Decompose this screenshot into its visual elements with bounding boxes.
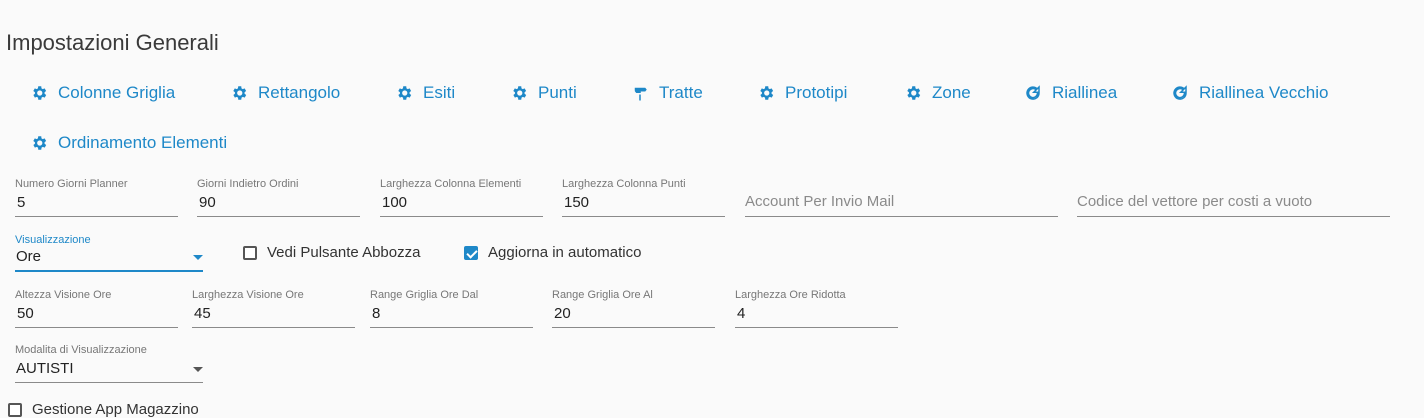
refresh-icon: [1173, 85, 1187, 100]
codice-vettore-field[interactable]: Codice del vettore per costi a vuoto: [1077, 178, 1390, 217]
field-label: Range Griglia Ore Dal: [370, 289, 479, 301]
range-griglia-dal-field[interactable]: Range Griglia Ore Dal 8: [370, 289, 533, 328]
field-value: 4: [737, 305, 746, 322]
punti-button[interactable]: Punti: [510, 83, 577, 103]
field-label: Larghezza Ore Ridotta: [735, 289, 846, 301]
riallinea-label: Riallinea: [1052, 83, 1118, 102]
gear-icon: [33, 86, 47, 100]
larghezza-colonna-elementi-field[interactable]: Larghezza Colonna Elementi 100: [380, 178, 543, 217]
prototipi-label: Prototipi: [785, 83, 848, 102]
ordinamento-elementi-label: Ordinamento Elementi: [58, 133, 228, 152]
checkbox-box: [464, 245, 478, 260]
colonne-griglia-button[interactable]: Colonne Griglia: [30, 83, 175, 103]
visualizzazione-select[interactable]: Visualizzazione Ore: [15, 234, 203, 272]
checkbox-label: Vedi Pulsante Abbozza: [267, 244, 421, 261]
chevron-down-icon: [193, 255, 203, 260]
aggiorna-automatico-checkbox[interactable]: Aggiorna in automatico: [464, 244, 641, 261]
checkbox-label: Aggiorna in automatico: [488, 244, 642, 261]
modalita-visualizzazione-select[interactable]: Modalita di Visualizzazione AUTISTI: [15, 344, 203, 383]
prototipi-button[interactable]: Prototipi: [757, 83, 847, 103]
field-value: 8: [372, 305, 381, 322]
field-label: Altezza Visione Ore: [15, 289, 112, 301]
field-label: Visualizzazione: [15, 234, 91, 246]
signpost-icon: [634, 85, 647, 101]
field-value: 45: [194, 305, 211, 322]
page-title: Impostazioni Generali: [6, 30, 219, 55]
ordinamento-elementi-button[interactable]: Ordinamento Elementi: [30, 133, 227, 153]
numero-giorni-planner-field[interactable]: Numero Giorni Planner 5: [15, 178, 178, 217]
field-value: 150: [564, 194, 590, 211]
rettangolo-label: Rettangolo: [258, 83, 341, 102]
riallinea-vecchio-button[interactable]: Riallinea Vecchio: [1171, 83, 1328, 103]
gear-icon: [398, 86, 412, 100]
field-value: 50: [17, 305, 34, 322]
colonne-griglia-label: Colonne Griglia: [58, 83, 176, 102]
checkbox-box: [243, 245, 257, 260]
field-value: 20: [554, 305, 571, 322]
gear-icon: [33, 136, 47, 150]
gear-icon: [233, 86, 247, 100]
riallinea-vecchio-label: Riallinea Vecchio: [1199, 83, 1329, 102]
range-griglia-al-field[interactable]: Range Griglia Ore Al 20: [552, 289, 715, 328]
esiti-button[interactable]: Esiti: [395, 83, 455, 103]
rettangolo-button[interactable]: Rettangolo: [230, 83, 340, 103]
larghezza-ore-ridotta-field[interactable]: Larghezza Ore Ridotta 4: [735, 289, 898, 328]
field-value: 100: [382, 194, 408, 211]
gear-icon: [513, 86, 527, 100]
refresh-icon: [1026, 85, 1040, 100]
field-placeholder: Account Per Invio Mail: [745, 193, 895, 210]
field-label: Numero Giorni Planner: [15, 178, 128, 190]
field-placeholder: Codice del vettore per costi a vuoto: [1077, 193, 1313, 210]
gear-icon: [760, 86, 774, 100]
field-label: Range Griglia Ore Al: [552, 289, 653, 301]
chevron-down-icon: [193, 367, 203, 372]
checkbox-box: [8, 402, 22, 417]
field-label: Larghezza Visione Ore: [192, 289, 304, 301]
field-value: 5: [17, 194, 26, 211]
gestione-app-magazzino-checkbox[interactable]: Gestione App Magazzino: [8, 401, 199, 418]
checkbox-label: Gestione App Magazzino: [32, 401, 199, 418]
field-value: Ore: [16, 248, 42, 265]
field-label: Giorni Indietro Ordini: [197, 178, 299, 190]
larghezza-colonna-punti-field[interactable]: Larghezza Colonna Punti 150: [562, 178, 725, 217]
altezza-visione-ore-field[interactable]: Altezza Visione Ore 50: [15, 289, 178, 328]
account-invio-mail-field[interactable]: Account Per Invio Mail: [745, 178, 1058, 217]
zone-label: Zone: [932, 83, 971, 102]
zone-button[interactable]: Zone: [904, 83, 971, 103]
field-label: Larghezza Colonna Elementi: [380, 178, 522, 190]
giorni-indietro-ordini-field[interactable]: Giorni Indietro Ordini 90: [197, 178, 360, 217]
field-label: Larghezza Colonna Punti: [562, 178, 686, 190]
field-value: AUTISTI: [16, 360, 74, 377]
punti-label: Punti: [538, 83, 577, 102]
tratte-button[interactable]: Tratte: [631, 83, 703, 103]
field-value: 90: [199, 194, 216, 211]
gear-icon: [907, 86, 921, 100]
vedi-pulsante-abbozza-checkbox[interactable]: Vedi Pulsante Abbozza: [243, 244, 420, 261]
riallinea-button[interactable]: Riallinea: [1024, 83, 1117, 103]
tratte-label: Tratte: [659, 83, 703, 102]
larghezza-visione-ore-field[interactable]: Larghezza Visione Ore 45: [192, 289, 355, 328]
field-label: Modalita di Visualizzazione: [15, 344, 147, 356]
esiti-label: Esiti: [423, 83, 456, 102]
